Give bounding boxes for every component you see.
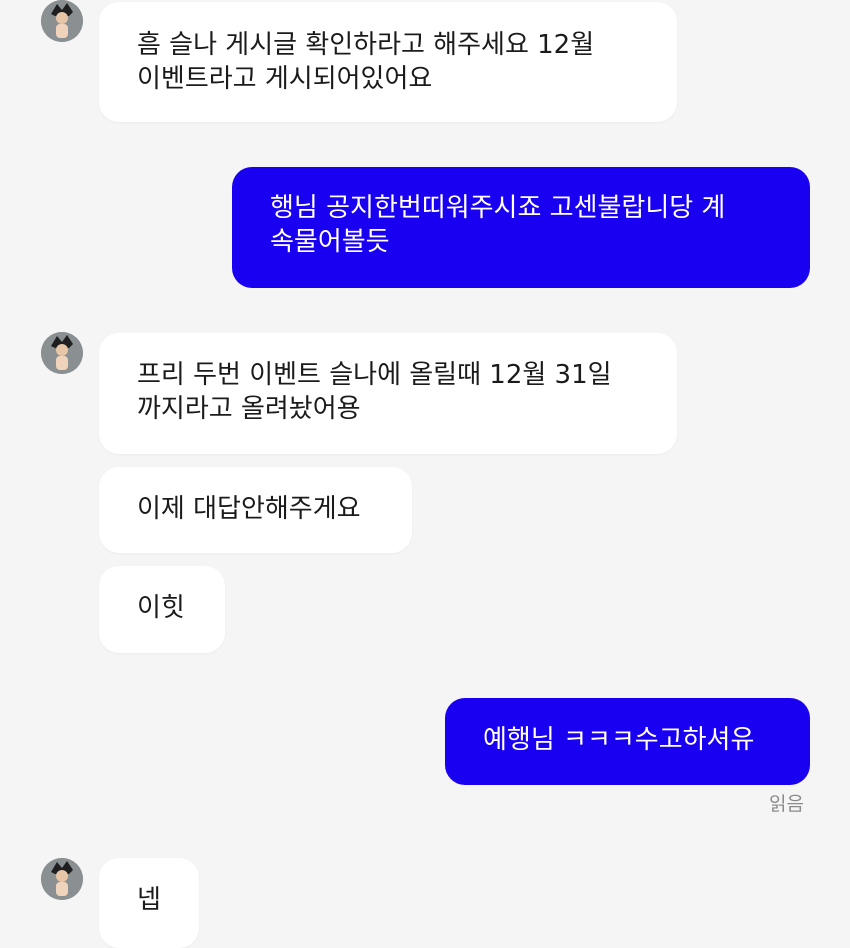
message-bubble-outgoing[interactable]: 행님 공지한번띠워주시죠 고센불랍니당 계 속물어볼듯 bbox=[232, 167, 810, 288]
avatar[interactable] bbox=[41, 858, 83, 900]
avatar[interactable] bbox=[41, 0, 83, 42]
message-bubble-incoming[interactable]: 이제 대답안해주게요 bbox=[99, 467, 412, 553]
message-bubble-incoming[interactable]: 이힛 bbox=[99, 566, 225, 653]
profile-avatar-icon bbox=[41, 858, 83, 900]
message-bubble-incoming[interactable]: 프리 두번 이벤트 슬나에 올릴때 12월 31일 까지라고 올려놨어용 bbox=[99, 333, 677, 454]
message-bubble-outgoing[interactable]: 예행님 ㅋㅋㅋ수고하셔유 bbox=[445, 698, 810, 785]
avatar[interactable] bbox=[41, 332, 83, 374]
message-bubble-incoming[interactable]: 넵 bbox=[99, 858, 199, 948]
message-bubble-incoming[interactable]: 흠 슬나 게시글 확인하라고 해주세요 12월 이벤트라고 게시되어있어요 bbox=[99, 2, 677, 122]
profile-avatar-icon bbox=[41, 0, 83, 42]
read-receipt: 읽음 bbox=[769, 793, 804, 815]
profile-avatar-icon bbox=[41, 332, 83, 374]
